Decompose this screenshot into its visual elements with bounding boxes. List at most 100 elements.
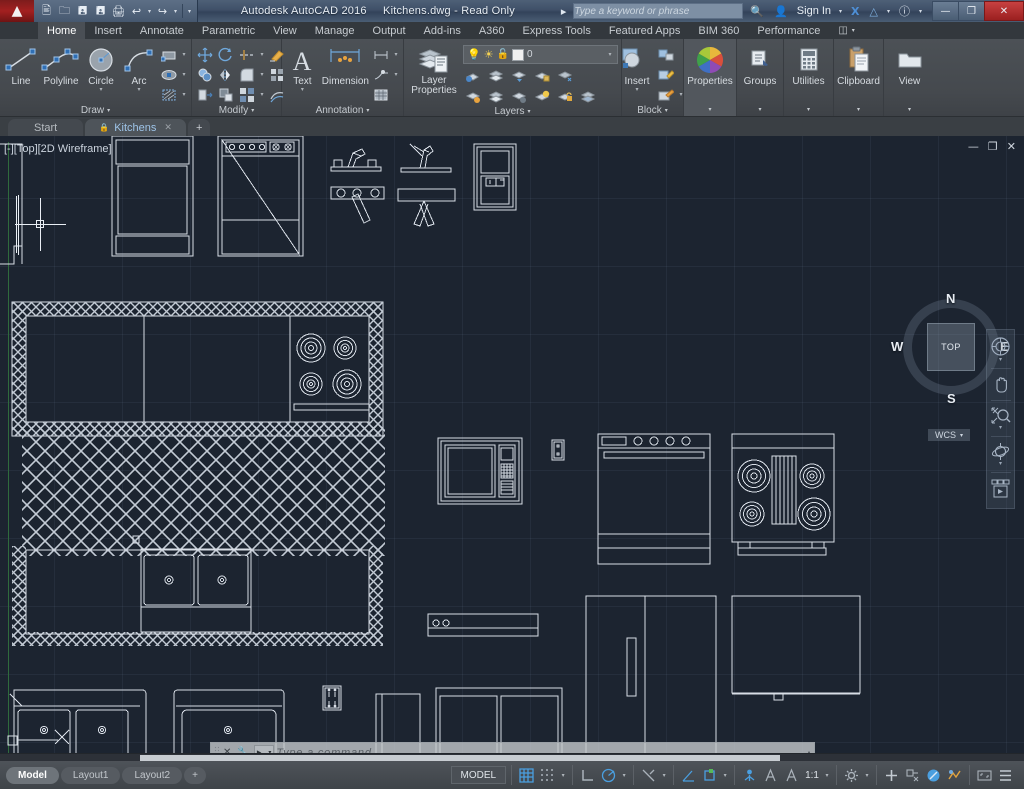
layer-unlock-icon[interactable]: 🔓: [497, 49, 509, 60]
ribbon-tab-parametric[interactable]: Parametric: [193, 22, 264, 39]
undo-dropdown-caret[interactable]: ▾: [146, 8, 153, 15]
workspace-switching-gear-icon[interactable]: [842, 766, 861, 785]
view-cube-west[interactable]: W: [891, 339, 903, 354]
object-snap-angle-toggle[interactable]: [679, 766, 698, 785]
hardware-acceleration-icon[interactable]: [924, 766, 943, 785]
minimize-button[interactable]: —: [932, 1, 958, 21]
close-button[interactable]: ✕: [984, 1, 1024, 21]
ucs-selector-dropdown[interactable]: WCS ▾: [928, 429, 970, 441]
annotation-scale-caret[interactable]: ▾: [823, 772, 831, 779]
new-file-tab-button[interactable]: +: [188, 119, 210, 136]
fillet-tool[interactable]: [237, 65, 257, 84]
create-block-tool[interactable]: [656, 45, 676, 64]
circle-tool[interactable]: Circle ▾: [83, 43, 119, 94]
help-caret[interactable]: ▾: [917, 8, 924, 15]
model-paper-space-toggle[interactable]: MODEL: [451, 766, 507, 784]
layer-lock-icon[interactable]: [532, 66, 552, 85]
linear-dimension-caret[interactable]: ▾: [392, 51, 400, 58]
annotation-scale-value[interactable]: 1:1: [803, 770, 821, 781]
search-input[interactable]: [574, 6, 742, 17]
search-binoculars-icon[interactable]: 🔍: [747, 5, 767, 18]
text-dropdown-caret[interactable]: ▾: [301, 87, 304, 94]
ribbon-tab-performance[interactable]: Performance: [748, 22, 829, 39]
maximize-button[interactable]: ❐: [958, 1, 984, 21]
polar-tracking-caret[interactable]: ▾: [620, 772, 628, 779]
insert-dropdown-caret[interactable]: ▾: [635, 87, 638, 94]
redo-icon[interactable]: ↪: [154, 3, 171, 20]
mirror-tool[interactable]: [216, 65, 236, 84]
layer-dropdown-caret[interactable]: ▾: [606, 51, 614, 58]
draw-panel-title[interactable]: Draw ▾: [3, 104, 188, 116]
linear-dimension-tool[interactable]: [371, 45, 391, 64]
customization-menu-icon[interactable]: [996, 766, 1015, 785]
view-cube-top-face[interactable]: TOP: [927, 323, 975, 371]
dimension-tool[interactable]: Dimension: [322, 43, 369, 87]
edit-attribute-tool[interactable]: [656, 65, 676, 84]
object-snap-toggle[interactable]: [700, 766, 719, 785]
rotate-tool[interactable]: [216, 45, 236, 64]
scale-tool[interactable]: [216, 85, 236, 104]
leader-tool[interactable]: [371, 65, 391, 84]
qat-customize-caret[interactable]: ▾: [186, 8, 193, 15]
autodesk-exchange-icon[interactable]: X: [848, 5, 862, 18]
annotation-autoscale-toggle[interactable]: [782, 766, 801, 785]
object-snap-tracking-toggle[interactable]: [639, 766, 658, 785]
layer-match-icon[interactable]: [463, 66, 483, 85]
hatch-tool[interactable]: [159, 85, 179, 104]
object-snap-tracking-caret[interactable]: ▾: [660, 772, 668, 779]
layer-freeze-icon[interactable]: [555, 66, 575, 85]
undo-icon[interactable]: ↩: [128, 3, 145, 20]
ribbon-tab-home[interactable]: Home: [38, 22, 85, 39]
snap-mode-caret[interactable]: ▾: [559, 772, 567, 779]
display-grid-toggle[interactable]: [517, 766, 536, 785]
ribbon-minimize-control[interactable]: ◫ ▾: [829, 22, 863, 39]
copy-tool[interactable]: [195, 65, 215, 84]
ellipse-dropdown-caret[interactable]: ▾: [180, 71, 188, 78]
block-panel-title[interactable]: Block ▾: [625, 104, 680, 116]
modify-panel-title[interactable]: Modify ▾: [195, 104, 278, 116]
properties-tool[interactable]: Properties: [687, 43, 733, 87]
arc-tool[interactable]: Arc ▾: [121, 43, 157, 94]
table-tool[interactable]: [371, 85, 391, 104]
ellipse-tool[interactable]: [159, 65, 179, 84]
user-account-icon[interactable]: 👤: [771, 5, 791, 18]
layer-states-icon[interactable]: [578, 87, 598, 106]
polar-tracking-toggle[interactable]: [599, 766, 618, 785]
ribbon-tab-express-tools[interactable]: Express Tools: [514, 22, 600, 39]
file-tab-close-icon[interactable]: ✕: [164, 122, 172, 133]
zoom-button[interactable]: ▾: [988, 404, 1013, 433]
view-panel-title[interactable]: ▾: [887, 102, 932, 116]
isolate-objects-icon[interactable]: [903, 766, 922, 785]
view-tool[interactable]: View: [887, 43, 932, 87]
autodesk-app-caret[interactable]: ▾: [885, 8, 892, 15]
add-to-status-bar-icon[interactable]: [882, 766, 901, 785]
infocenter-caret-icon[interactable]: ▸: [558, 5, 570, 18]
layer-previous-icon[interactable]: [486, 66, 506, 85]
annotation-panel-title[interactable]: Annotation ▾: [285, 104, 400, 116]
pan-button[interactable]: [988, 372, 1013, 397]
ribbon-tab-bim360[interactable]: BIM 360: [689, 22, 748, 39]
drawing-canvas[interactable]: [-][Top][2D Wireframe] — ❐ ✕: [0, 136, 1024, 761]
ribbon-tab-manage[interactable]: Manage: [306, 22, 364, 39]
autodesk-app-icon[interactable]: △: [867, 5, 881, 18]
orbit-button[interactable]: ▾: [988, 440, 1013, 469]
clipboard-panel-title[interactable]: ▾: [837, 102, 880, 116]
redo-dropdown-caret[interactable]: ▾: [172, 8, 179, 15]
new-icon[interactable]: 🖹: [38, 3, 55, 20]
define-attributes-tool[interactable]: [656, 85, 676, 104]
layer-color-swatch[interactable]: [512, 49, 524, 61]
layer-unlock-all-icon[interactable]: [555, 87, 575, 106]
stretch-tool[interactable]: [195, 85, 215, 104]
object-snap-caret[interactable]: ▾: [721, 772, 729, 779]
ribbon-tab-annotate[interactable]: Annotate: [131, 22, 193, 39]
leader-dropdown-caret[interactable]: ▾: [392, 71, 400, 78]
polyline-tool[interactable]: Polyline: [41, 43, 81, 87]
ribbon-tab-view[interactable]: View: [264, 22, 306, 39]
groups-tool[interactable]: Groups: [740, 43, 780, 87]
line-tool[interactable]: Line: [3, 43, 39, 87]
view-cube[interactable]: TOP N S E W: [903, 299, 999, 395]
orbit-caret[interactable]: ▾: [999, 461, 1002, 467]
layers-panel-title[interactable]: Layers ▾: [407, 106, 618, 117]
layer-off-icon[interactable]: [509, 87, 529, 106]
layout-tab-model[interactable]: Model: [6, 767, 59, 784]
